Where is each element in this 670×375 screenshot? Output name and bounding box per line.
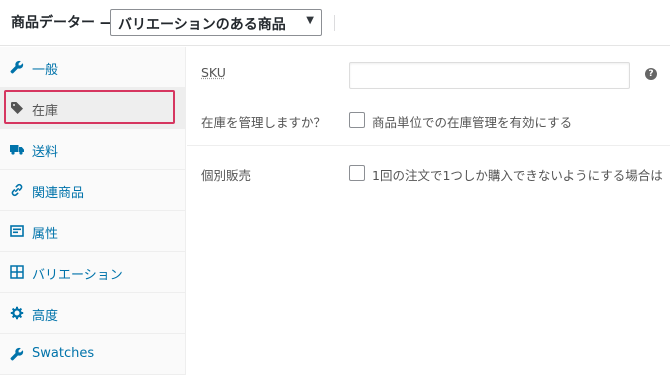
- tab-label: 一般: [32, 63, 59, 78]
- tab-label: 属性: [32, 227, 59, 242]
- wrench-icon: [10, 60, 24, 74]
- product-data-header: 商品データー — バリエーションのある商品 ▼: [0, 0, 670, 46]
- help-icon[interactable]: ?: [645, 68, 657, 80]
- tab-linked-products[interactable]: 関連商品: [0, 170, 186, 211]
- tab-attributes[interactable]: 属性: [0, 211, 186, 252]
- tab-advanced[interactable]: 高度: [0, 293, 186, 334]
- header-divider: [334, 15, 335, 31]
- sold-individually-description: 1回の注文で1つしか購入できないようにする場合は: [372, 168, 663, 183]
- tab-shipping[interactable]: 送料: [0, 129, 186, 170]
- truck-icon: [10, 142, 24, 156]
- sold-individually-label: 個別販売: [201, 168, 252, 183]
- sku-label: SKU: [201, 65, 226, 80]
- product-type-value: バリエーションのある商品: [118, 17, 286, 33]
- tab-variations[interactable]: バリエーション: [0, 252, 186, 293]
- product-data-title: 商品データー —: [11, 15, 114, 31]
- tab-label: Swatches: [32, 346, 95, 361]
- tab-label: 関連商品: [32, 186, 85, 201]
- tab-label: 送料: [32, 145, 59, 160]
- gear-icon: [10, 306, 24, 320]
- grid-icon: [10, 265, 24, 279]
- link-icon: [10, 183, 24, 197]
- tab-label: バリエーション: [32, 268, 123, 283]
- tab-inventory[interactable]: 在庫: [0, 88, 186, 129]
- chevron-down-icon: ▼: [306, 15, 314, 26]
- section-divider: [187, 145, 670, 146]
- sku-input[interactable]: [349, 62, 630, 89]
- tag-icon: [10, 101, 24, 115]
- sold-individually-checkbox[interactable]: [349, 165, 365, 181]
- inventory-panel: SKU ? 在庫を管理しますか？ 商品単位での在庫管理を有効にする 個別販売 1…: [187, 47, 670, 375]
- manage-stock-checkbox[interactable]: [349, 112, 365, 128]
- manage-stock-description: 商品単位での在庫管理を有効にする: [372, 115, 573, 130]
- table-icon: [10, 224, 24, 238]
- tab-label: 在庫: [32, 104, 59, 119]
- manage-stock-label: 在庫を管理しますか？: [201, 115, 327, 130]
- product-data-tabs: 一般 在庫 送料 関連商品 属性 バリエーション 高度 Swatches: [0, 47, 186, 375]
- tab-label: 高度: [32, 309, 59, 324]
- tab-swatches[interactable]: Swatches: [0, 334, 186, 375]
- product-type-select[interactable]: バリエーションのある商品 ▼: [110, 9, 322, 36]
- wrench-icon: [10, 347, 24, 361]
- tab-general[interactable]: 一般: [0, 47, 186, 88]
